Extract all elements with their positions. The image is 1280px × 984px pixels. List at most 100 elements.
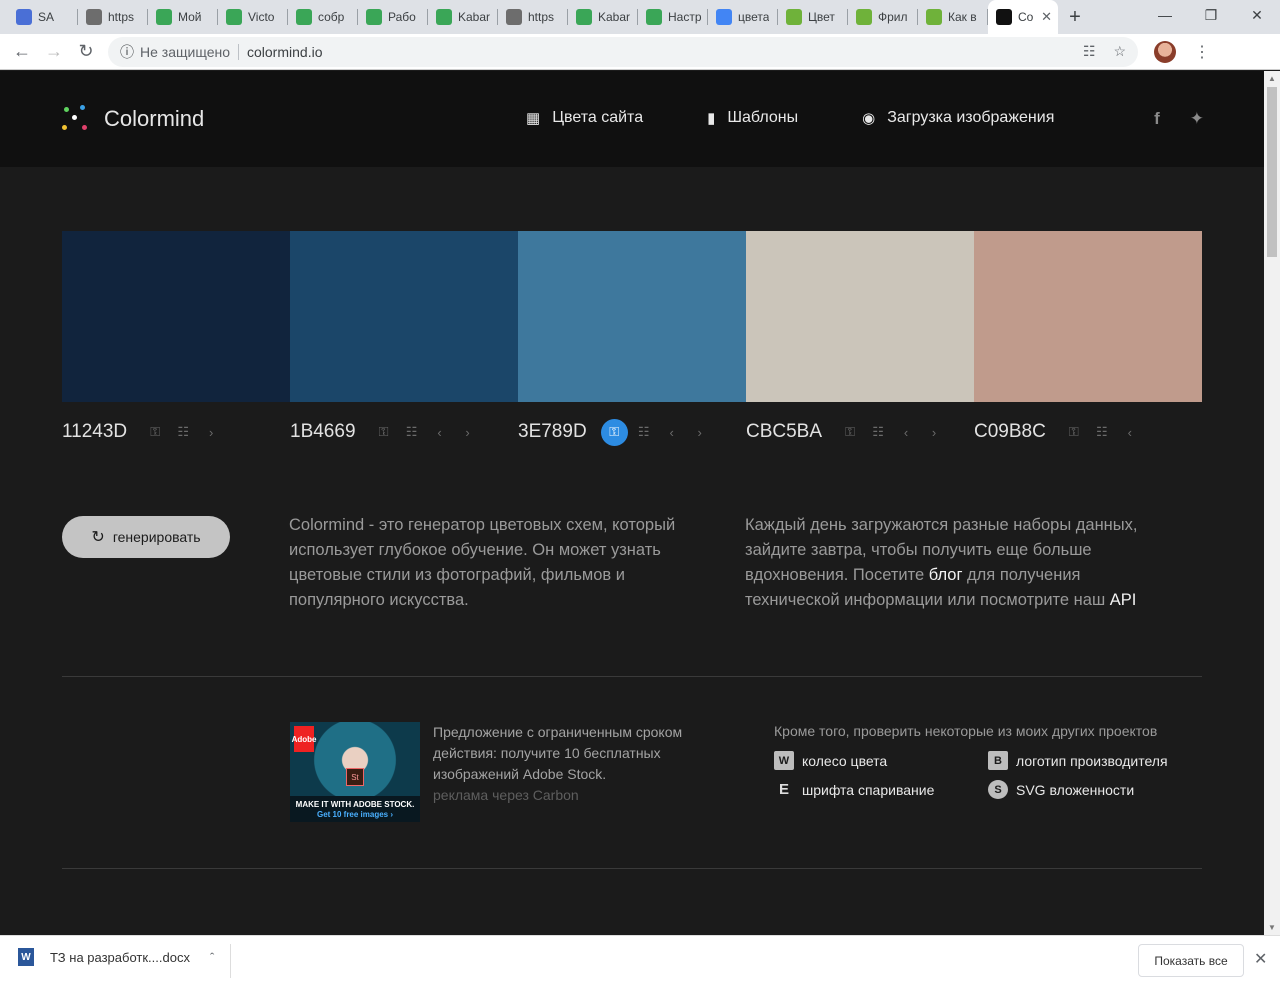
star-icon[interactable]: ☆ [1113, 43, 1126, 60]
browser-tab[interactable]: SA [8, 0, 78, 34]
profile-avatar[interactable] [1154, 40, 1176, 63]
owl-icon [226, 9, 242, 25]
chevron-left-icon[interactable]: ‹ [426, 425, 454, 440]
freelance-icon [786, 9, 802, 25]
hex-code[interactable]: 1B4669 [290, 421, 356, 443]
omnibox-divider [238, 43, 239, 60]
generate-button[interactable]: ↻ генерировать [62, 516, 230, 558]
adjust-icon[interactable]: ☷ [864, 424, 892, 440]
browser-tab[interactable]: Как в [918, 0, 988, 34]
restore-icon[interactable]: ❐ [1188, 0, 1234, 30]
nav-templates[interactable]: ▮ Шаблоны [707, 109, 798, 127]
chevron-left-icon[interactable]: ‹ [658, 425, 686, 440]
tab-title: Цвет [808, 10, 835, 24]
project-font-pairing[interactable]: E шрифта спаривание [774, 780, 988, 799]
download-item[interactable]: W ТЗ на разработк....docx ˆ [18, 948, 214, 966]
minimize-icon[interactable]: — [1142, 0, 1188, 30]
omnibox[interactable]: ⓘ Не защищено colormind.io ☷ ☆ [108, 36, 1138, 67]
adjust-icon[interactable]: ☷ [169, 424, 197, 440]
forward-icon[interactable]: → [38, 36, 70, 68]
lock-icon[interactable]: ⚿ [836, 424, 864, 440]
browser-tab[interactable]: Kabar [428, 0, 498, 34]
chevron-right-icon[interactable]: › [920, 425, 948, 440]
tab-title: Kabar [458, 10, 491, 24]
ad-offer-link[interactable]: Предложение с ограниченным сроком действ… [433, 722, 713, 785]
owl-icon [646, 9, 662, 25]
font-pairing-icon: E [778, 781, 789, 798]
twitter-icon[interactable]: ✦ [1190, 109, 1204, 129]
browser-tab[interactable]: собр [288, 0, 358, 34]
chevron-up-icon[interactable]: ˆ [210, 950, 214, 965]
project-color-wheel[interactable]: W колесо цвета [774, 751, 988, 770]
adjust-icon[interactable]: ☷ [1088, 424, 1116, 440]
menu-icon[interactable]: ⋮ [1194, 42, 1210, 62]
facebook-icon[interactable]: f [1154, 109, 1160, 129]
tab-title: SA [38, 10, 55, 24]
back-icon[interactable]: ← [6, 36, 38, 68]
show-all-button[interactable]: Показать все [1138, 944, 1244, 977]
url-text[interactable]: colormind.io [247, 44, 322, 60]
lock-icon[interactable]: ⚿ [600, 418, 628, 446]
security-label: Не защищено [140, 43, 230, 60]
hex-code[interactable]: 3E789D [518, 421, 587, 443]
chevron-left-icon[interactable]: ‹ [892, 425, 920, 440]
browser-tab[interactable]: Kabar [568, 0, 638, 34]
project-svg-nesting[interactable]: S SVG вложенности [988, 780, 1194, 799]
play-icon [16, 9, 32, 25]
lock-icon[interactable]: ⚿ [141, 424, 169, 440]
browser-tab[interactable]: Настр [638, 0, 708, 34]
tab-title: Рабо [388, 10, 416, 24]
chevron-right-icon[interactable]: › [197, 425, 225, 440]
chevron-right-icon[interactable]: › [686, 425, 714, 440]
site-logo[interactable]: Colormind [62, 105, 204, 133]
browser-tab[interactable]: Мой [148, 0, 218, 34]
browser-tab[interactable]: Цвет [778, 0, 848, 34]
site-nav: ▦ Цвета сайта ▮ Шаблоны ◉ Загрузка изобр… [526, 109, 1118, 127]
browser-tab[interactable]: цвета [708, 0, 778, 34]
adjust-icon[interactable]: ☷ [630, 424, 658, 440]
scroll-thumb[interactable] [1267, 87, 1277, 257]
color-swatch[interactable] [290, 231, 518, 402]
chevron-right-icon[interactable]: › [454, 425, 482, 440]
lock-icon[interactable]: ⚿ [1060, 424, 1088, 440]
close-icon[interactable]: ✕ [1254, 949, 1267, 969]
browser-tab[interactable]: https [78, 0, 148, 34]
info-icon[interactable]: ⓘ [120, 42, 134, 62]
color-swatch[interactable] [518, 231, 746, 402]
lock-icon[interactable]: ⚿ [370, 424, 398, 440]
browser-tab[interactable]: https [498, 0, 568, 34]
color-swatch[interactable] [746, 231, 974, 402]
browser-tab[interactable]: Co ✕ [988, 0, 1058, 34]
hex-code[interactable]: C09B8C [974, 421, 1046, 443]
close-tab-icon[interactable]: ✕ [1041, 9, 1052, 25]
ad-via-link[interactable]: реклама через Carbon [433, 785, 713, 806]
browser-tab[interactable]: Victo [218, 0, 288, 34]
scroll-up-icon[interactable]: ▲ [1268, 74, 1276, 83]
translate-icon[interactable]: ☷ [1083, 43, 1096, 60]
reload-icon[interactable]: ↻ [70, 36, 102, 68]
nav-image-upload[interactable]: ◉ Загрузка изображения [862, 109, 1054, 127]
color-swatch[interactable] [62, 231, 290, 402]
nav-site-colors[interactable]: ▦ Цвета сайта [526, 109, 643, 127]
browser-tab[interactable]: Фрил [848, 0, 918, 34]
close-window-icon[interactable]: ✕ [1234, 0, 1280, 30]
tab-title: Kabar [598, 10, 631, 24]
project-logo-maker[interactable]: B логотип производителя [988, 751, 1194, 770]
tab-strip: SA https Мой Victo собр Рабо Kabar https Kabar На… [0, 0, 1280, 34]
swatch-controls: C09B8C ⚿ ☷ ‹ [974, 419, 1202, 445]
new-tab-button[interactable]: + [1058, 0, 1092, 34]
owl-icon [436, 9, 452, 25]
chevron-left-icon[interactable]: ‹ [1116, 425, 1144, 440]
page-scrollbar[interactable]: ▲ ▼ [1264, 71, 1280, 935]
hex-code[interactable]: 11243D [62, 421, 127, 443]
generate-label: генерировать [112, 529, 201, 545]
ad-image[interactable]: Adobe St MAKE IT WITH ADOBE STOCK. Get 1… [290, 722, 420, 822]
scroll-down-icon[interactable]: ▼ [1268, 923, 1276, 932]
adjust-icon[interactable]: ☷ [398, 424, 426, 440]
hex-code[interactable]: CBC5BA [746, 421, 822, 443]
adobe-stock-icon: St [346, 768, 364, 786]
blog-link[interactable]: блог [929, 566, 963, 584]
color-swatch[interactable] [974, 231, 1202, 402]
api-link[interactable]: API [1110, 591, 1137, 609]
browser-tab[interactable]: Рабо [358, 0, 428, 34]
